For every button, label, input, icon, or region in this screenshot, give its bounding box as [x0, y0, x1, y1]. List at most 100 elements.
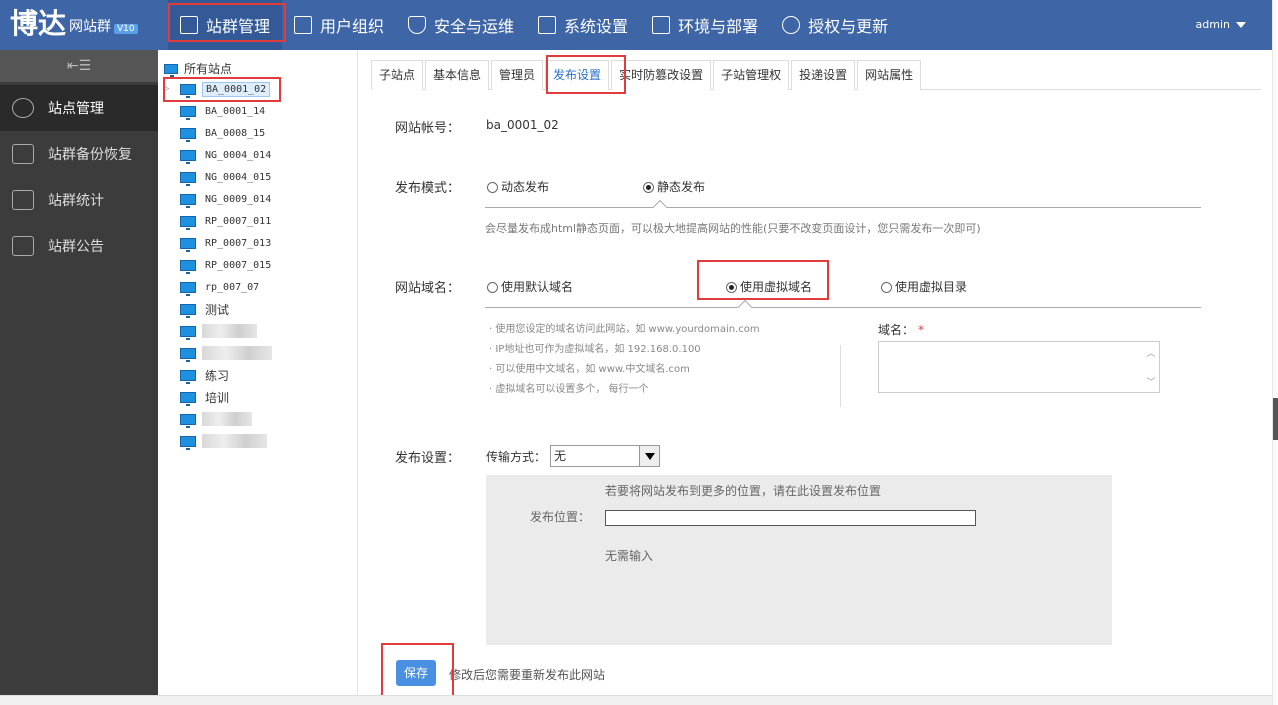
sidebar-item-label: 站点管理: [48, 101, 104, 117]
window-edge: [1272, 0, 1278, 705]
main-nav: 站群管理 用户组织 安全与运维 系统设置 环境与部署 授权与更新: [168, 0, 900, 50]
domain-textarea[interactable]: ︿ ﹀: [878, 341, 1160, 393]
tree-node[interactable]: [180, 431, 267, 451]
tree-node-label: 练习: [205, 368, 230, 383]
tab-delivery-settings[interactable]: 投递设置: [791, 60, 856, 90]
select-value: 无: [554, 449, 567, 463]
nav-label: 站群管理: [206, 17, 271, 36]
tab-bar: 子站点 基本信息 管理员 发布设置 实时防篡改设置 子站管理权 投递设置 网站属…: [371, 60, 1261, 90]
radio-label: 动态发布: [501, 180, 550, 194]
nav-security-ops[interactable]: 安全与运维: [396, 0, 526, 50]
radio-dynamic-publish[interactable]: 动态发布: [487, 178, 549, 195]
monitor-icon: [180, 369, 196, 384]
sidebar-item-backup[interactable]: 站群备份恢复: [0, 131, 158, 177]
settings-icon: [538, 16, 557, 34]
monitor-icon: [180, 193, 196, 208]
radio-virtual-directory[interactable]: 使用虚拟目录: [881, 278, 967, 295]
required-mark: *: [918, 323, 925, 337]
radio-default-domain[interactable]: 使用默认域名: [487, 278, 573, 295]
tree-node[interactable]: BA_0008_15: [180, 123, 268, 143]
tree-node[interactable]: [180, 321, 257, 341]
save-note: 修改后您需要重新发布此网站: [449, 668, 606, 682]
sidebar-item-stats[interactable]: 站群统计: [0, 177, 158, 223]
monitor-icon: [180, 237, 196, 252]
nav-license-update[interactable]: 授权与更新: [770, 0, 900, 50]
user-org-icon: [294, 16, 313, 34]
monitor-icon: [180, 149, 196, 164]
sidebar-item-label: 站群统计: [48, 193, 104, 209]
radio-label: 使用默认域名: [501, 280, 574, 294]
save-button[interactable]: 保存: [396, 660, 436, 686]
no-input-note: 无需输入: [605, 549, 654, 563]
divider: [840, 345, 841, 407]
nav-label: 安全与运维: [434, 17, 515, 36]
transfer-select[interactable]: 无: [550, 445, 660, 467]
nav-system-settings[interactable]: 系统设置: [526, 0, 640, 50]
publish-location-label: 发布位置：: [530, 510, 591, 524]
divider: [485, 207, 1201, 208]
tree-node[interactable]: NG_0004_014: [180, 145, 274, 165]
nav-user-org[interactable]: 用户组织: [282, 0, 396, 50]
tab-sub-sites[interactable]: 子站点: [371, 60, 424, 90]
tab-admins[interactable]: 管理员: [491, 60, 544, 90]
tab-subsite-permissions[interactable]: 子站管理权: [713, 60, 790, 90]
tree-node[interactable]: RP_0007_015: [180, 255, 274, 275]
sidebar-item-label: 站群公告: [48, 239, 104, 255]
tree-node-label: 测试: [205, 302, 230, 317]
folder-monitor-icon: [164, 63, 178, 77]
tree-node-label: RP_0007_013: [205, 237, 272, 249]
deploy-icon: [652, 16, 671, 34]
tab-tamper-protection[interactable]: 实时防篡改设置: [611, 60, 712, 90]
sidebar-toggle[interactable]: ⇤☰: [0, 50, 158, 82]
tree-node[interactable]: [180, 343, 272, 363]
chart-icon: [12, 190, 34, 210]
tree-node[interactable]: BA_0001_02: [180, 79, 271, 99]
tab-publish-settings[interactable]: 发布设置: [545, 60, 610, 90]
blurred-label: [202, 346, 272, 360]
status-bar: [0, 695, 1278, 705]
nav-site-group-manage[interactable]: 站群管理: [168, 0, 283, 50]
nav-label: 用户组织: [320, 17, 385, 36]
blurred-label: [202, 324, 257, 338]
sidebar-item-site-manage[interactable]: 站点管理: [0, 85, 158, 131]
scroll-down-icon[interactable]: ﹀: [1145, 375, 1157, 388]
tree-node[interactable]: BA_0001_14: [180, 101, 268, 121]
tree-node[interactable]: 培训: [180, 387, 232, 407]
tree-node[interactable]: NG_0009_014: [180, 189, 274, 209]
tab-basic-info[interactable]: 基本信息: [425, 60, 490, 90]
user-menu[interactable]: admin: [1196, 18, 1246, 31]
tree-node[interactable]: NG_0004_015: [180, 167, 274, 187]
domain-tip: · 虚拟域名可以设置多个， 每行一个: [489, 384, 649, 395]
scroll-up-icon[interactable]: ︿: [1145, 346, 1157, 359]
tree-node[interactable]: RP_0007_011: [180, 211, 274, 231]
tree-node[interactable]: 测试: [180, 299, 232, 319]
domain-field-label: 域名： *: [878, 321, 924, 338]
top-navigation-bar: 博达 网站群 V10 站群管理 用户组织 安全与运维 系统设置 环境与部署 授权…: [0, 0, 1272, 50]
tree-node[interactable]: rp_007_07: [180, 277, 262, 297]
chevron-down-icon[interactable]: [639, 446, 659, 466]
radio-virtual-domain[interactable]: 使用虚拟域名: [726, 278, 812, 295]
logo-main: 博达: [10, 7, 67, 40]
domain-tip: · 使用您设定的域名访问此网站，如 www.yourdomain.com: [489, 324, 760, 335]
radio-static-publish[interactable]: 静态发布: [643, 178, 705, 195]
tree-node[interactable]: [180, 409, 252, 429]
tree-root[interactable]: 所有站点: [164, 60, 232, 77]
radio-icon: [487, 282, 498, 293]
transfer-label: 传输方式：: [486, 450, 547, 464]
monitor-icon: [180, 435, 196, 450]
monitor-icon: [180, 171, 196, 186]
side-handle[interactable]: [1273, 398, 1278, 440]
tree-node[interactable]: RP_0007_013: [180, 233, 274, 253]
expand-arrow-icon[interactable]: ▷: [164, 84, 169, 94]
tree-node[interactable]: 练习: [180, 365, 232, 385]
tab-site-properties[interactable]: 网站属性: [857, 60, 922, 90]
tree-node-label: BA_0001_02: [202, 81, 271, 97]
domain-tip: · 可以使用中文域名，如 www.中文域名.com: [489, 364, 690, 375]
nav-env-deploy[interactable]: 环境与部署: [640, 0, 770, 50]
tree-node-label: NG_0004_015: [205, 171, 272, 183]
sidebar-item-announcement[interactable]: 站群公告: [0, 223, 158, 269]
monitor-icon: [180, 127, 196, 142]
monitor-icon: [180, 215, 196, 230]
logo: 博达 网站群 V10: [10, 8, 138, 40]
publish-location-input[interactable]: [605, 510, 976, 526]
